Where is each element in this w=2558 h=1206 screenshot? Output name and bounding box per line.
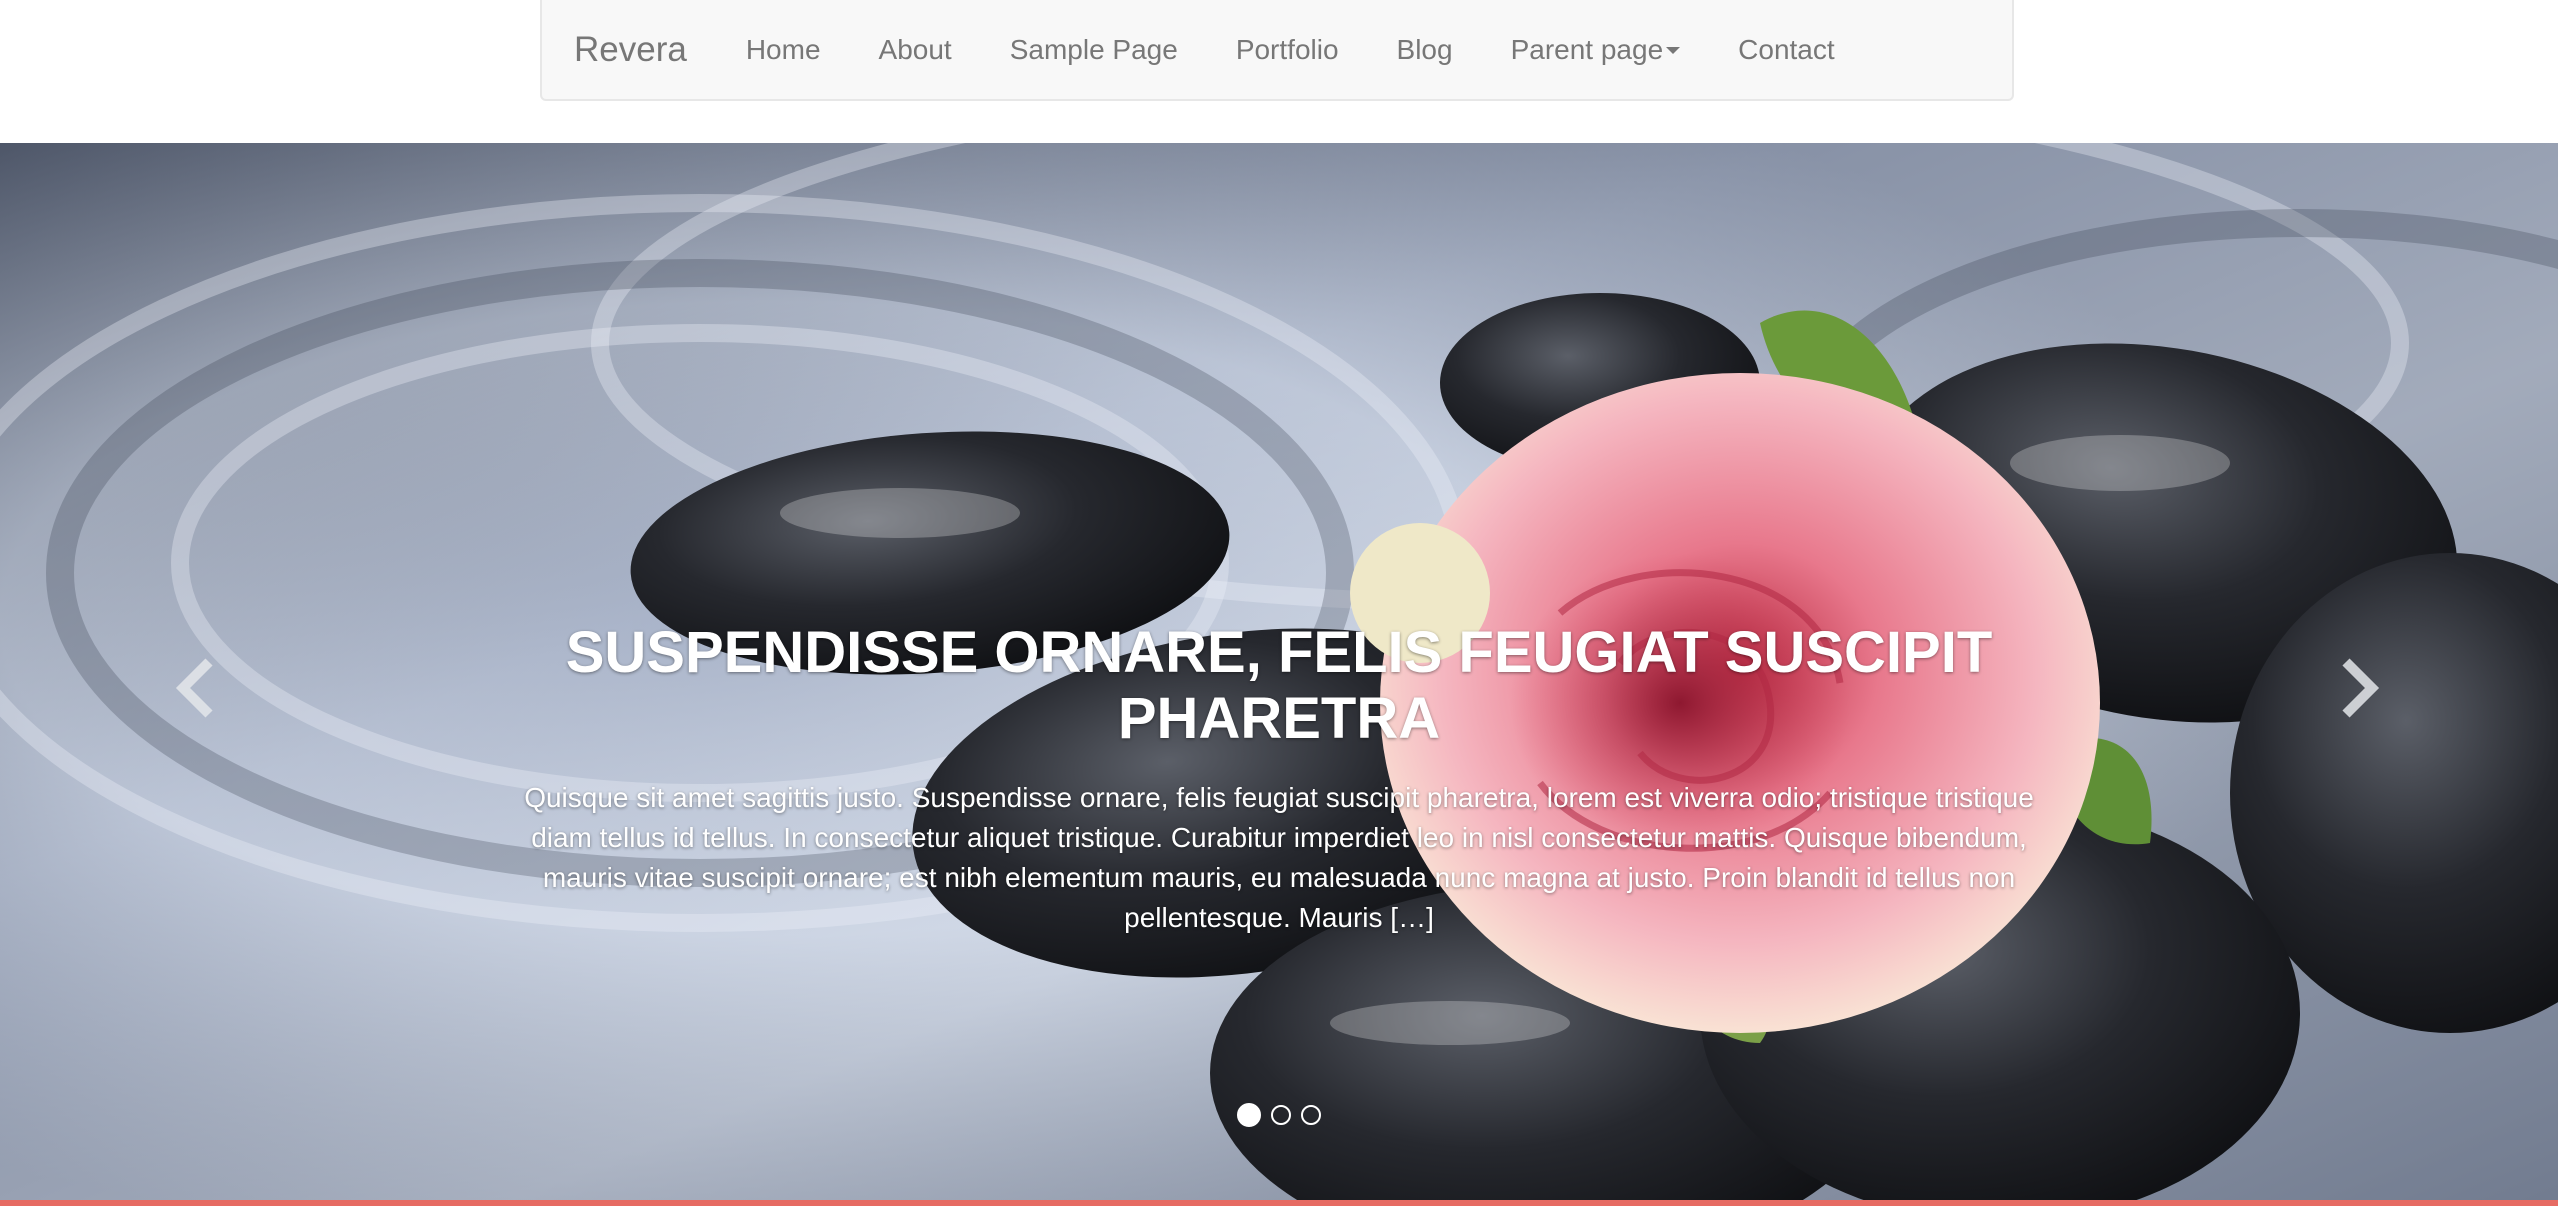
nav-item-blog[interactable]: Blog bbox=[1368, 34, 1482, 66]
carousel-indicator-3[interactable] bbox=[1301, 1105, 1321, 1125]
slide-excerpt: Quisque sit amet sagittis justo. Suspend… bbox=[524, 782, 2034, 933]
hero-carousel: SUSPENDISSE ORNARE, FELIS FEUGIAT SUSCIP… bbox=[0, 143, 2558, 1200]
carousel-next-button[interactable] bbox=[2330, 648, 2390, 728]
carousel-prev-button[interactable] bbox=[165, 648, 225, 728]
nav-item-home[interactable]: Home bbox=[717, 34, 850, 66]
slide-title[interactable]: SUSPENDISSE ORNARE, FELIS FEUGIAT SUSCIP… bbox=[500, 620, 2058, 752]
nav-item-sample-page[interactable]: Sample Page bbox=[981, 34, 1207, 66]
nav-menu: Home About Sample Page Portfolio Blog Pa… bbox=[717, 34, 1864, 66]
nav-item-contact[interactable]: Contact bbox=[1709, 34, 1864, 66]
page: Revera Home About Sample Page Portfolio … bbox=[0, 0, 2558, 1206]
nav-item-label: About bbox=[878, 33, 952, 65]
nav-item-about[interactable]: About bbox=[850, 34, 981, 66]
carousel-indicator-1[interactable] bbox=[1237, 1103, 1261, 1127]
carousel-indicator-2[interactable] bbox=[1271, 1105, 1291, 1125]
nav-item-parent-page-dropdown[interactable]: Parent page bbox=[1482, 34, 1710, 66]
nav-item-label: Blog bbox=[1396, 33, 1453, 65]
brand-logo[interactable]: Revera bbox=[574, 30, 687, 70]
carousel-indicators bbox=[0, 1103, 2558, 1127]
accent-divider bbox=[0, 1200, 2558, 1206]
nav-item-portfolio[interactable]: Portfolio bbox=[1207, 34, 1368, 66]
nav-item-label: Contact bbox=[1738, 33, 1835, 65]
nav-item-label: Parent page bbox=[1510, 33, 1664, 65]
chevron-right-icon bbox=[2342, 658, 2380, 718]
nav-item-label: Sample Page bbox=[1009, 33, 1178, 65]
nav-item-label: Home bbox=[745, 33, 821, 65]
carousel-caption: SUSPENDISSE ORNARE, FELIS FEUGIAT SUSCIP… bbox=[500, 620, 2058, 938]
caret-down-icon bbox=[1666, 47, 1681, 54]
chevron-left-icon bbox=[175, 658, 213, 718]
main-navbar: Revera Home About Sample Page Portfolio … bbox=[540, 0, 2014, 101]
nav-item-label: Portfolio bbox=[1235, 33, 1339, 65]
